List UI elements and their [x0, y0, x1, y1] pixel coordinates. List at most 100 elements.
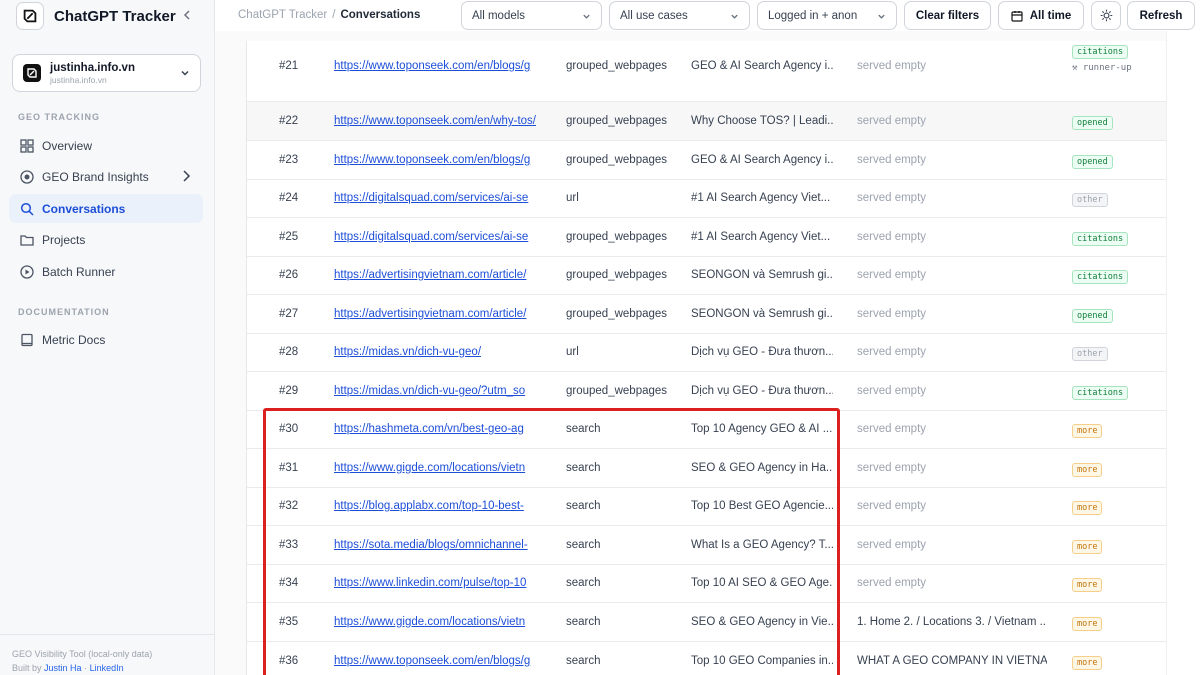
clear-filters-button[interactable]: Clear filters — [904, 1, 991, 30]
status-tag-cell: opened — [1072, 309, 1113, 323]
table-row[interactable]: #23 https://www.toponseek.com/en/blogs/g g… — [247, 141, 1200, 180]
table-row[interactable]: #35 https://www.gigde.com/locations/vietn… — [247, 603, 1200, 642]
table-row[interactable]: #32 https://blog.applabx.com/top-10-best-… — [247, 488, 1200, 526]
status-badge: opened — [1072, 116, 1113, 130]
breadcrumb-root[interactable]: ChatGPT Tracker — [238, 9, 327, 21]
status-tag-cell: citations — [1072, 270, 1129, 284]
source-url-link[interactable]: https://sota.media/blogs/omnichannel- — [334, 539, 541, 551]
response-snippet: served empty — [857, 462, 927, 474]
page-title: What Is a GEO Agency? T... — [691, 539, 833, 551]
table-row[interactable]: #30 https://hashmeta.com/vn/best-geo-ag se… — [247, 411, 1200, 449]
row-number: #35 — [279, 616, 299, 628]
source-url-link[interactable]: https://midas.vn/dich-vu-geo/ — [334, 346, 541, 358]
linkedin-link[interactable]: LinkedIn — [90, 663, 124, 673]
author-link[interactable]: Justin Ha — [44, 663, 82, 673]
model-filter-value: All models — [472, 9, 526, 22]
status-badge: more — [1072, 463, 1103, 477]
source-url-link[interactable]: https://hashmeta.com/vn/best-geo-ag — [334, 423, 541, 435]
source-url-link[interactable]: https://www.toponseek.com/en/why-tos/ — [334, 115, 541, 127]
status-tag-cell: citations — [1072, 386, 1129, 400]
sidebar-item-batch-runner[interactable]: Batch Runner — [9, 257, 203, 286]
sidebar-item-geo-brand-insights[interactable]: GEO Brand Insights — [9, 162, 203, 191]
sidebar-item-overview[interactable]: Overview — [9, 131, 203, 160]
theme-toggle-button[interactable] — [1091, 1, 1121, 30]
source-type: search — [566, 500, 601, 512]
source-url-link[interactable]: https://www.gigde.com/locations/vietn — [334, 616, 541, 628]
source-url-link[interactable]: https://www.toponseek.com/en/blogs/g — [334, 154, 541, 166]
status-badge: more — [1072, 540, 1103, 554]
collapse-sidebar-icon[interactable] — [178, 6, 196, 24]
table-row[interactable]: #36 https://www.toponseek.com/en/blogs/g s… — [247, 642, 1200, 675]
grid-icon — [19, 138, 35, 154]
sidebar-item-label: Batch Runner — [42, 264, 116, 279]
model-filter-select[interactable]: All models — [461, 1, 602, 30]
source-type: grouped_webpages — [566, 385, 668, 397]
brand[interactable]: ChatGPT Tracker — [16, 2, 176, 30]
time-range-button[interactable]: All time — [998, 1, 1084, 30]
source-url-link[interactable]: https://www.linkedin.com/pulse/top-10 — [334, 577, 541, 589]
status-badge: citations — [1072, 386, 1129, 400]
breadcrumb: ChatGPT Tracker / Conversations — [238, 9, 420, 21]
row-number: #21 — [279, 60, 299, 72]
sidebar-item-label: Overview — [42, 138, 93, 153]
source-type: grouped_webpages — [566, 154, 668, 166]
login-filter-select[interactable]: Logged in + anon — [757, 1, 897, 30]
sidebar-item-metric-docs[interactable]: Metric Docs — [9, 325, 203, 354]
source-url-link[interactable]: https://digitalsquad.com/services/ai-se — [334, 231, 541, 243]
response-snippet: served empty — [857, 154, 927, 166]
table-row[interactable]: #29 https://midas.vn/dich-vu-geo/?utm_so g… — [247, 372, 1200, 411]
status-tag-cell: more — [1072, 540, 1103, 554]
row-number: #28 — [279, 346, 299, 358]
source-url-link[interactable]: https://www.toponseek.com/en/blogs/g — [334, 60, 541, 72]
table-row[interactable]: #28 https://midas.vn/dich-vu-geo/url Dịch … — [247, 334, 1200, 372]
scrollbar-track[interactable] — [1166, 31, 1200, 675]
status-tag-cell: more — [1072, 463, 1103, 477]
use-case-filter-select[interactable]: All use cases — [609, 1, 750, 30]
source-type: search — [566, 577, 601, 589]
source-url-link[interactable]: https://www.toponseek.com/en/blogs/g — [334, 655, 541, 667]
status-tag-cell: opened — [1072, 155, 1113, 169]
source-url-link[interactable]: https://advertisingvietnam.com/article/ — [334, 269, 541, 281]
page-title: SEO & GEO Agency in Vie... — [691, 616, 833, 628]
page-title: Top 10 Best GEO Agencie... — [691, 500, 833, 512]
status-badge: more — [1072, 501, 1103, 515]
source-type: url — [566, 346, 579, 358]
row-number: #26 — [279, 269, 299, 281]
status-badge: other — [1072, 347, 1108, 361]
table-row[interactable]: #22 https://www.toponseek.com/en/why-tos/… — [247, 102, 1200, 141]
table-row[interactable]: #33 https://sota.media/blogs/omnichannel-… — [247, 526, 1200, 565]
table-row[interactable]: #25 https://digitalsquad.com/services/ai-… — [247, 218, 1200, 257]
sources-table: #21 https://www.toponseek.com/en/blogs/g g… — [246, 41, 1200, 675]
folder-icon — [19, 232, 35, 248]
status-badge: more — [1072, 617, 1103, 631]
response-snippet: served empty — [857, 308, 927, 320]
refresh-button[interactable]: Refresh — [1127, 1, 1195, 30]
site-switcher[interactable]: justinha.info.vn justinha.info.vn — [12, 54, 201, 92]
source-url-link[interactable]: https://midas.vn/dich-vu-geo/?utm_so — [334, 385, 541, 397]
source-url-link[interactable]: https://www.gigde.com/locations/vietn — [334, 462, 541, 474]
sidebar-item-projects[interactable]: Projects — [9, 225, 203, 254]
table-row[interactable]: #24 https://digitalsquad.com/services/ai-… — [247, 180, 1200, 218]
app-root: ChatGPT Tracker justinha.info.vn justinh… — [0, 0, 1200, 675]
source-type: grouped_webpages — [566, 60, 668, 72]
sidebar-item-label: Metric Docs — [42, 332, 106, 347]
sidebar: ChatGPT Tracker justinha.info.vn justinh… — [0, 0, 215, 675]
page-title: Why Choose TOS? | Leadi... — [691, 115, 833, 127]
sidebar-item-conversations[interactable]: Conversations — [9, 194, 203, 223]
response-snippet: served empty — [857, 423, 927, 435]
section-label-geo-tracking: GEO TRACKING — [18, 112, 101, 122]
table-row[interactable]: #27 https://advertisingvietnam.com/articl… — [247, 295, 1200, 334]
table-row[interactable]: #21 https://www.toponseek.com/en/blogs/g g… — [247, 41, 1200, 102]
source-url-link[interactable]: https://advertisingvietnam.com/article/ — [334, 308, 541, 320]
sidebar-footer: GEO Visibility Tool (local-only data) Bu… — [0, 634, 214, 675]
row-number: #27 — [279, 308, 299, 320]
row-number: #23 — [279, 154, 299, 166]
source-url-link[interactable]: https://digitalsquad.com/services/ai-se — [334, 192, 541, 204]
table-row[interactable]: #34 https://www.linkedin.com/pulse/top-10… — [247, 565, 1200, 603]
source-type: search — [566, 616, 601, 628]
table-row[interactable]: #26 https://advertisingvietnam.com/articl… — [247, 257, 1200, 295]
table-row[interactable]: #31 https://www.gigde.com/locations/vietn… — [247, 449, 1200, 488]
status-tag-cell: more — [1072, 656, 1103, 670]
source-url-link[interactable]: https://blog.applabx.com/top-10-best- — [334, 500, 541, 512]
page-title: GEO & AI Search Agency i... — [691, 154, 833, 166]
